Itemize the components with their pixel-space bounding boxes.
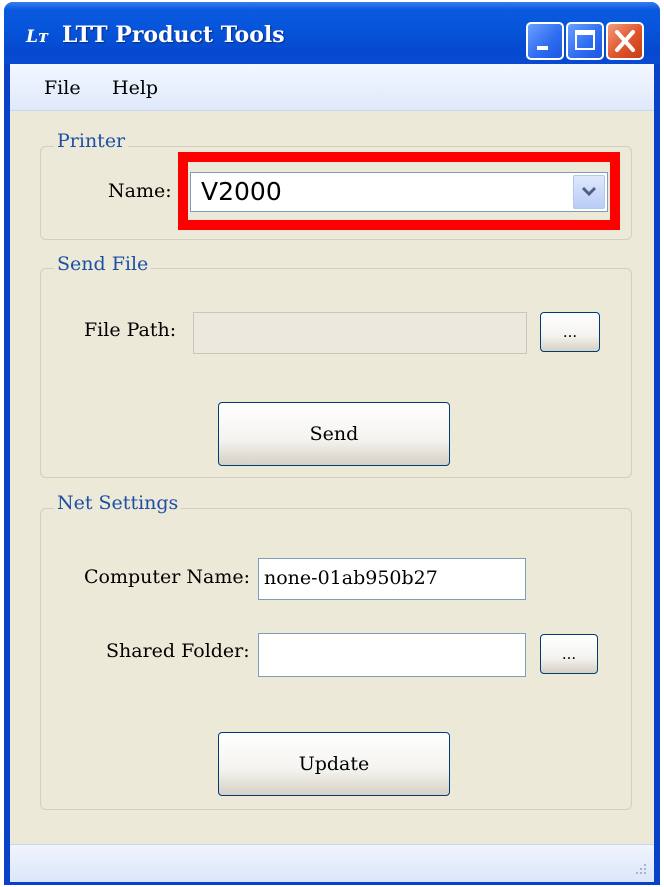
- computer-name-label: Computer Name:: [84, 566, 251, 588]
- update-button[interactable]: Update: [218, 732, 450, 796]
- net-settings-legend: Net Settings: [54, 492, 182, 514]
- close-button[interactable]: [606, 22, 644, 60]
- folder-browse-button[interactable]: ...: [540, 634, 598, 674]
- maximize-icon: [575, 30, 595, 50]
- highlight-box: [178, 152, 620, 230]
- printer-legend: Printer: [54, 130, 129, 152]
- file-path-label: File Path:: [84, 319, 177, 341]
- menu-bar: File Help: [10, 64, 654, 111]
- title-bar[interactable]: Lᴛ LTT Product Tools: [4, 2, 660, 64]
- window-title: LTT Product Tools: [62, 22, 285, 48]
- minimize-button[interactable]: [526, 22, 564, 60]
- shared-folder-input[interactable]: [258, 633, 526, 677]
- close-icon: [615, 30, 635, 52]
- status-bar: [10, 844, 654, 882]
- send-button[interactable]: Send: [218, 402, 450, 466]
- resize-grip-icon[interactable]: [632, 862, 648, 878]
- menu-file[interactable]: File: [44, 77, 81, 99]
- file-browse-button[interactable]: ...: [540, 312, 600, 352]
- shared-folder-label: Shared Folder:: [106, 640, 250, 662]
- minimize-icon: [537, 46, 548, 50]
- app-logo-icon: Lᴛ: [26, 27, 49, 47]
- maximize-button[interactable]: [566, 22, 604, 60]
- file-path-input[interactable]: [193, 312, 527, 354]
- computer-name-input[interactable]: none-01ab950b27: [258, 558, 526, 600]
- send-file-legend: Send File: [54, 253, 152, 275]
- menu-help[interactable]: Help: [112, 77, 158, 99]
- printer-name-label: Name:: [108, 180, 172, 202]
